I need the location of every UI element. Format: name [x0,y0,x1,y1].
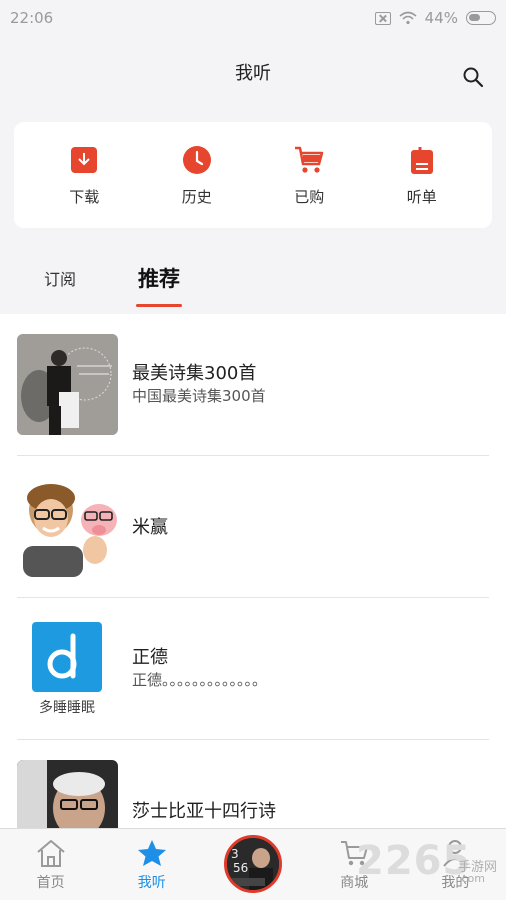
quick-playlist-label: 听单 [406,187,437,206]
tab-subscribe[interactable]: 订阅 [44,266,76,290]
tab-bar: 订阅 推荐 [0,242,506,314]
item-subtitle: 中国最美诗集300首 [132,387,266,405]
item-title: 正德 [132,647,168,668]
nav-home[interactable]: 首页 [0,829,101,900]
quick-purchased-button[interactable]: 已购 [269,144,349,207]
quick-purchased-label: 已购 [294,187,325,206]
page-title: 我听 [235,63,271,84]
cover-image [17,760,118,828]
player-disc[interactable]: 3 56 [224,835,283,893]
svg-text:3: 3 [231,847,239,861]
cover-image [17,334,118,435]
item-title: 莎士比亚十四行诗 [132,801,276,822]
battery-percent: 44% [424,9,458,27]
item-title: 最美诗集300首 [132,363,257,384]
quick-download-label: 下载 [69,187,100,206]
list-item[interactable]: 莎士比亚十四行诗 [0,740,506,828]
nav-player[interactable]: 3 56 [202,829,303,900]
list-item[interactable]: 多睡睡眠 正德 正德。。。。。。。。。。。。。 [0,598,506,740]
quick-playlist-button[interactable]: 听单 [382,144,462,207]
quick-history-label: 历史 [181,187,212,206]
watermark-logo: 2265 手游网 .com [352,838,506,900]
nav-listen-label: 我听 [137,875,166,891]
home-icon [36,840,65,867]
page-header: 我听 [0,36,506,108]
watermark-brand: 2265 [356,838,472,884]
wifi-icon [399,11,417,25]
tab-recommend[interactable]: 推荐 [136,263,183,307]
star-icon [137,840,166,866]
cover-image: 多睡睡眠 [17,618,118,719]
status-time: 22:06 [10,9,54,27]
status-bar: 22:06 44% [0,0,506,36]
quick-download-button[interactable]: 下载 [44,144,124,207]
list-item[interactable]: 米赢 [0,456,506,598]
nav-listen[interactable]: 我听 [101,829,202,900]
list-item[interactable]: 最美诗集300首 中国最美诗集300首 [0,314,506,456]
item-title: 米赢 [132,517,168,538]
cover-image [17,476,118,577]
watermark-url: .com [458,872,485,885]
battery-icon [466,11,496,25]
item-subtitle: 正德。。。。。。。。。。。。。 [132,671,268,689]
quick-actions-card: 下载 历史 已购 听单 [14,122,492,228]
nav-home-label: 首页 [36,875,65,891]
playlist-icon [410,146,433,174]
cart-icon [295,146,324,173]
quick-history-button[interactable]: 历史 [157,144,237,207]
svg-text:56: 56 [233,861,248,875]
clock-icon [182,145,211,174]
svg-text:多睡睡眠: 多睡睡眠 [39,699,95,716]
download-icon [71,146,98,173]
notification-icon [374,11,391,25]
recommend-list: 最美诗集300首 中国最美诗集300首 米赢 多睡睡眠 正德 正德。。。。。。。… [0,314,506,828]
search-icon[interactable] [462,66,484,88]
